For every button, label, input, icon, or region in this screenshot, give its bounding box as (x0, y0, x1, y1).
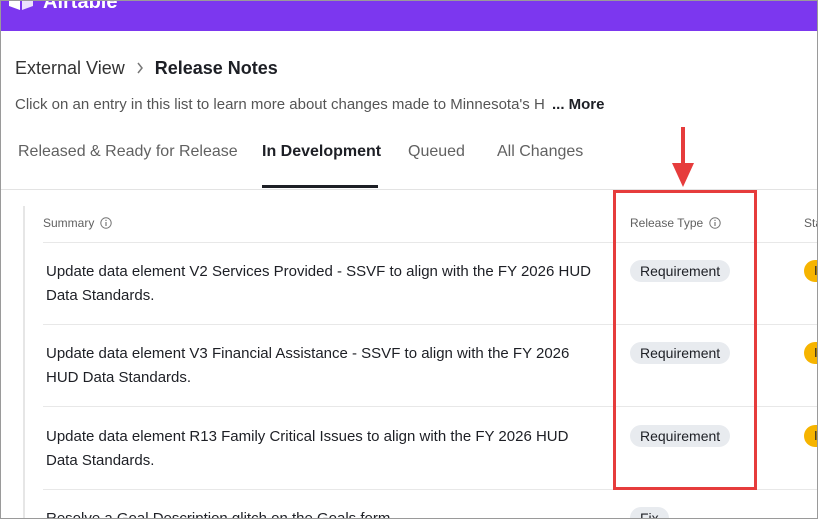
release-type-tag: Fix (630, 507, 669, 518)
app-window: Airtable External View Release Notes Cli… (0, 0, 818, 519)
tab-in-development[interactable]: In Development (262, 143, 381, 163)
status-badge: I (804, 425, 817, 447)
status-badge: I (804, 260, 817, 282)
tab-queued[interactable]: Queued (408, 143, 465, 163)
more-link[interactable]: ... More (552, 96, 605, 113)
active-tab-indicator (262, 185, 378, 188)
arrow-down-icon (672, 127, 694, 187)
column-header-summary[interactable]: Summary (43, 216, 113, 230)
app-logo[interactable]: Airtable (7, 0, 118, 13)
highlight-box (613, 190, 757, 490)
column-label: Summary (43, 216, 95, 230)
column-label: Sta (804, 216, 817, 230)
logo-text: Airtable (43, 0, 118, 13)
tab-bar: Released & Ready for Release In Developm… (1, 136, 817, 190)
top-bar: Airtable (1, 0, 817, 31)
table-row-summary[interactable]: Update data element R13 Family Critical … (46, 425, 601, 473)
table-row-summary[interactable]: Update data element V2 Services Provided… (46, 260, 601, 308)
table-row-summary[interactable]: Update data element V3 Financial Assista… (46, 342, 601, 390)
breadcrumb: External View Release Notes (15, 57, 278, 79)
status-badge: I (804, 342, 817, 364)
page-title: Release Notes (154, 57, 278, 78)
chevron-right-icon (125, 62, 155, 74)
breadcrumb-parent[interactable]: External View (15, 58, 125, 79)
panel-border (23, 206, 25, 518)
page-description: Click on an entry in this list to learn … (15, 96, 605, 116)
tab-all-changes[interactable]: All Changes (497, 143, 583, 163)
tab-released-ready[interactable]: Released & Ready for Release (18, 143, 238, 163)
info-icon[interactable] (100, 217, 113, 229)
description-text: Click on an entry in this list to learn … (15, 96, 545, 113)
table-row-summary[interactable]: Resolve a Goal Description glitch on the… (46, 507, 601, 518)
column-header-status[interactable]: Sta (804, 216, 817, 230)
airtable-logo-icon (9, 1, 33, 10)
